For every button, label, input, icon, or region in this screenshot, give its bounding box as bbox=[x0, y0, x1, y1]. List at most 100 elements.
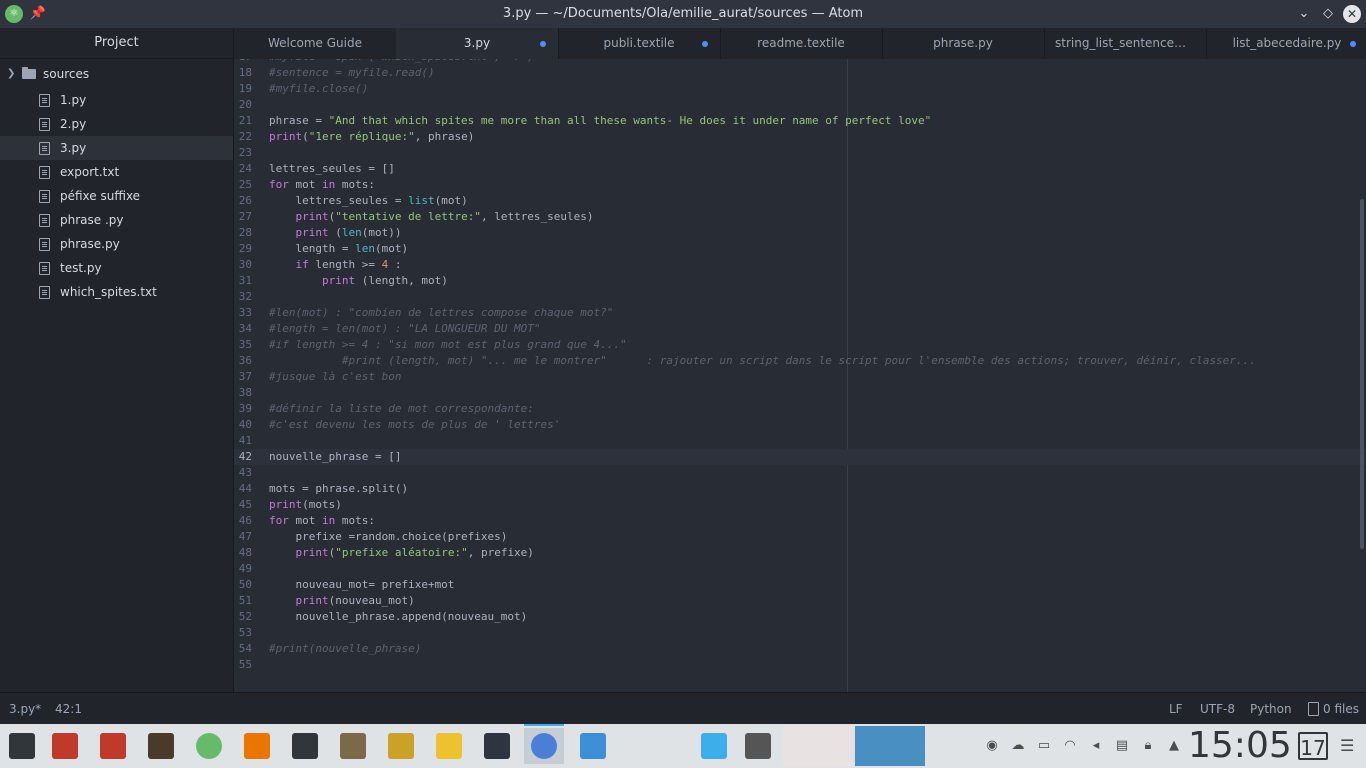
code-line[interactable]: 27 print("tentative de lettre:", lettres… bbox=[234, 209, 1366, 225]
close-icon[interactable]: ✕ bbox=[1343, 5, 1361, 23]
lock-icon[interactable]: 🔒︎ bbox=[1140, 738, 1156, 754]
wifi-icon[interactable]: ◠ bbox=[1062, 738, 1078, 754]
modified-dot-icon[interactable] bbox=[540, 41, 546, 47]
code-line[interactable]: 36 #print (length, mot) "... me le montr… bbox=[234, 353, 1366, 369]
modified-dot-icon[interactable] bbox=[1350, 41, 1356, 47]
code-line[interactable]: 21 phrase = "And that which spites me mor… bbox=[234, 113, 1366, 129]
code-line[interactable]: 33 #len(mot) : "combien de lettres compos… bbox=[234, 305, 1366, 321]
taskbar-app-button[interactable] bbox=[285, 728, 325, 764]
code-line[interactable]: 44 mots = phrase.split() bbox=[234, 481, 1366, 497]
taskbar-app-button[interactable] bbox=[477, 728, 517, 764]
chevron-down-icon[interactable]: ❯ bbox=[7, 62, 15, 86]
maximize-icon[interactable]: ◇ bbox=[1319, 5, 1337, 23]
taskbar-app-button[interactable] bbox=[2, 728, 42, 764]
code-line[interactable]: 18 #sentence = myfile.read() bbox=[234, 65, 1366, 81]
window-preview-active[interactable] bbox=[855, 726, 925, 766]
code-line[interactable]: 39 #définir la liste de mot correspondant… bbox=[234, 401, 1366, 417]
taskbar-app-button[interactable] bbox=[141, 728, 181, 764]
taskbar-app-button[interactable] bbox=[429, 728, 469, 764]
editor-lines[interactable]: 17#myfile = open ("which_spites.txt", 'r… bbox=[234, 59, 1366, 673]
taskbar-app-button[interactable] bbox=[333, 728, 373, 764]
code-line[interactable]: 23 bbox=[234, 145, 1366, 161]
calendar-icon[interactable]: 17 bbox=[1298, 732, 1328, 760]
tree-folder-sources[interactable]: ❯ sources bbox=[0, 62, 233, 86]
editor-tab[interactable]: Welcome Guide bbox=[234, 28, 397, 59]
taskbar-app-button[interactable] bbox=[237, 728, 277, 764]
status-encoding[interactable]: UTF-8 bbox=[1200, 693, 1235, 725]
code-line[interactable]: 47 prefixe =random.choice(prefixes) bbox=[234, 529, 1366, 545]
code-editor[interactable]: 17#myfile = open ("which_spites.txt", 'r… bbox=[234, 59, 1366, 692]
editor-tab[interactable]: readme.textile bbox=[720, 28, 883, 59]
clock[interactable]: 15:05 bbox=[1188, 724, 1292, 768]
tree-file-item[interactable]: phrase .py bbox=[0, 208, 233, 232]
tree-file-item[interactable]: 1.py bbox=[0, 88, 233, 112]
code-line[interactable]: 40 #c'est devenu les mots de plus de ' le… bbox=[234, 417, 1366, 433]
code-line[interactable]: 41 bbox=[234, 433, 1366, 449]
chromium-tray-icon[interactable]: ◉ bbox=[984, 738, 1000, 754]
editor-tab[interactable]: 3.py bbox=[396, 28, 559, 59]
battery-icon[interactable]: ▭ bbox=[1036, 738, 1052, 754]
cloud-sync-icon[interactable]: ☁ bbox=[1010, 738, 1026, 754]
taskbar-app-button[interactable] bbox=[189, 728, 229, 764]
status-grammar[interactable]: Python bbox=[1250, 693, 1292, 725]
code-line[interactable]: 34 #length = len(mot) : "LA LONGUEUR DU M… bbox=[234, 321, 1366, 337]
tree-file-item[interactable]: 3.py bbox=[0, 136, 233, 160]
taskbar-app-button[interactable] bbox=[45, 728, 85, 764]
tree-file-item[interactable]: 2.py bbox=[0, 112, 233, 136]
tree-file-item[interactable]: test.py bbox=[0, 256, 233, 280]
code-line[interactable]: 35 #if length >= 4 : "si mon mot est plus… bbox=[234, 337, 1366, 353]
code-line[interactable]: 28 print (len(mot)) bbox=[234, 225, 1366, 241]
code-line[interactable]: 54 #print(nouvelle_phrase) bbox=[234, 641, 1366, 657]
code-line[interactable]: 31 print (length, mot) bbox=[234, 273, 1366, 289]
status-file[interactable]: 3.py* bbox=[9, 693, 41, 725]
code-line[interactable]: 26 lettres_seules = list(mot) bbox=[234, 193, 1366, 209]
taskbar-app-button[interactable] bbox=[573, 728, 613, 764]
code-line[interactable]: 24 lettres_seules = [] bbox=[234, 161, 1366, 177]
tray-expand-icon[interactable]: ▲ bbox=[1166, 738, 1182, 754]
editor-tab[interactable]: list_abecedaire.py bbox=[1206, 28, 1366, 59]
editor-tab[interactable]: phrase.py bbox=[882, 28, 1045, 59]
code-line[interactable]: 37 #jusque là c'est bon bbox=[234, 369, 1366, 385]
taskbar-app-button[interactable] bbox=[738, 728, 778, 764]
tree-file-item[interactable]: which_spites.txt bbox=[0, 280, 233, 304]
project-header[interactable]: Project bbox=[0, 28, 233, 59]
taskbar-app-button[interactable] bbox=[93, 728, 133, 764]
editor-tab[interactable]: publi.textile bbox=[558, 28, 721, 59]
volume-icon[interactable]: ◂ bbox=[1088, 738, 1104, 754]
code-line[interactable]: 43 bbox=[234, 465, 1366, 481]
taskbar-app-button[interactable] bbox=[694, 728, 734, 764]
code-line[interactable]: 22 print("1ere réplique:", phrase) bbox=[234, 129, 1366, 145]
atom-app-icon[interactable]: ⚛ bbox=[5, 5, 23, 23]
code-line[interactable]: 38 bbox=[234, 385, 1366, 401]
status-git-files[interactable]: 0 files bbox=[1323, 693, 1359, 725]
code-line[interactable]: 55 bbox=[234, 657, 1366, 673]
window-preview[interactable] bbox=[783, 726, 853, 766]
taskbar-app-button[interactable] bbox=[381, 728, 421, 764]
code-line[interactable]: 52 nouvelle_phrase.append(nouveau_mot) bbox=[234, 609, 1366, 625]
code-line[interactable]: 25 for mot in mots: bbox=[234, 177, 1366, 193]
hamburger-menu-icon[interactable]: ☰ bbox=[1340, 736, 1358, 756]
code-line[interactable]: 46 for mot in mots: bbox=[234, 513, 1366, 529]
code-line[interactable]: 45 print(mots) bbox=[234, 497, 1366, 513]
tree-file-item[interactable]: phrase.py bbox=[0, 232, 233, 256]
tree-file-item[interactable]: péfixe suffixe bbox=[0, 184, 233, 208]
clipboard-icon[interactable]: ▤ bbox=[1114, 738, 1130, 754]
code-line[interactable]: 32 bbox=[234, 289, 1366, 305]
code-line[interactable]: 50 nouveau_mot= prefixe+mot bbox=[234, 577, 1366, 593]
modified-dot-icon[interactable] bbox=[702, 41, 708, 47]
minimize-icon[interactable]: ⌄ bbox=[1295, 5, 1313, 23]
code-line[interactable]: 51 print(nouveau_mot) bbox=[234, 593, 1366, 609]
pin-icon[interactable]: 📌 bbox=[29, 5, 47, 23]
code-line[interactable]: 30 if length >= 4 : bbox=[234, 257, 1366, 273]
code-line[interactable]: 53 bbox=[234, 625, 1366, 641]
tree-file-item[interactable]: export.txt bbox=[0, 160, 233, 184]
editor-tab[interactable]: string_list_sentenceword bbox=[1044, 28, 1207, 59]
taskbar-app-button[interactable] bbox=[524, 724, 564, 764]
editor-scrollbar[interactable] bbox=[1360, 199, 1364, 549]
status-line-ending[interactable]: LF bbox=[1169, 693, 1183, 725]
code-line[interactable]: 48 print("prefixe aléatoire:", prefixe) bbox=[234, 545, 1366, 561]
code-line[interactable]: 19 #myfile.close() bbox=[234, 81, 1366, 97]
code-line[interactable]: 20 bbox=[234, 97, 1366, 113]
code-line[interactable]: 29 length = len(mot) bbox=[234, 241, 1366, 257]
status-cursor-position[interactable]: 42:1 bbox=[55, 693, 82, 725]
